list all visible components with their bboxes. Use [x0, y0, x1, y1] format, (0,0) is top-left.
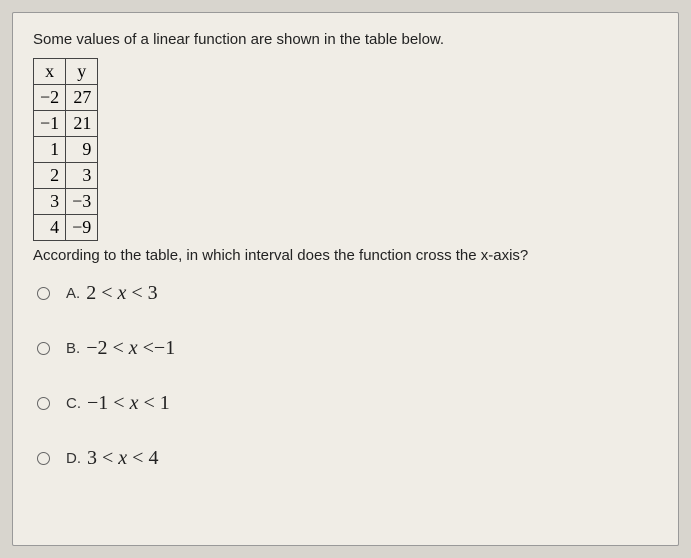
- table-cell: −2: [34, 85, 66, 111]
- table-header-row: x y: [34, 59, 98, 85]
- option-d[interactable]: D. 3 < x < 4: [33, 447, 658, 470]
- option-b-math: −2 < x <−1: [86, 337, 175, 360]
- option-d-label: D.: [66, 450, 81, 467]
- option-a-math: 2 < x < 3: [86, 282, 157, 305]
- question-intro-text: Some values of a linear function are sho…: [33, 31, 658, 48]
- table-header-y: y: [66, 59, 98, 85]
- option-b[interactable]: B. −2 < x <−1: [33, 337, 658, 360]
- table-cell: 21: [66, 111, 98, 137]
- data-table: x y −2 27 −1 21 1 9 2 3 3 −3: [33, 58, 98, 241]
- table-cell: 1: [34, 137, 66, 163]
- table-cell: 4: [34, 215, 66, 241]
- table-row: 1 9: [34, 137, 98, 163]
- table-cell: 27: [66, 85, 98, 111]
- table-row: −2 27: [34, 85, 98, 111]
- table-cell: −3: [66, 189, 98, 215]
- option-a-label: A.: [66, 285, 80, 302]
- radio-icon[interactable]: [37, 287, 50, 300]
- table-cell: 2: [34, 163, 66, 189]
- option-c-math: −1 < x < 1: [87, 392, 170, 415]
- table-row: 3 −3: [34, 189, 98, 215]
- option-c[interactable]: C. −1 < x < 1: [33, 392, 658, 415]
- question-followup-text: According to the table, in which interva…: [33, 247, 658, 264]
- option-b-label: B.: [66, 340, 80, 357]
- option-c-label: C.: [66, 395, 81, 412]
- question-container: Some values of a linear function are sho…: [12, 12, 679, 546]
- option-a[interactable]: A. 2 < x < 3: [33, 282, 658, 305]
- table-row: 2 3: [34, 163, 98, 189]
- table-body: −2 27 −1 21 1 9 2 3 3 −3 4 −9: [34, 85, 98, 241]
- option-d-math: 3 < x < 4: [87, 447, 158, 470]
- radio-icon[interactable]: [37, 452, 50, 465]
- table-cell: 9: [66, 137, 98, 163]
- table-row: −1 21: [34, 111, 98, 137]
- table-cell: −9: [66, 215, 98, 241]
- table-row: 4 −9: [34, 215, 98, 241]
- table-cell: −1: [34, 111, 66, 137]
- table-cell: 3: [66, 163, 98, 189]
- table-header-x: x: [34, 59, 66, 85]
- radio-icon[interactable]: [37, 397, 50, 410]
- table-cell: 3: [34, 189, 66, 215]
- radio-icon[interactable]: [37, 342, 50, 355]
